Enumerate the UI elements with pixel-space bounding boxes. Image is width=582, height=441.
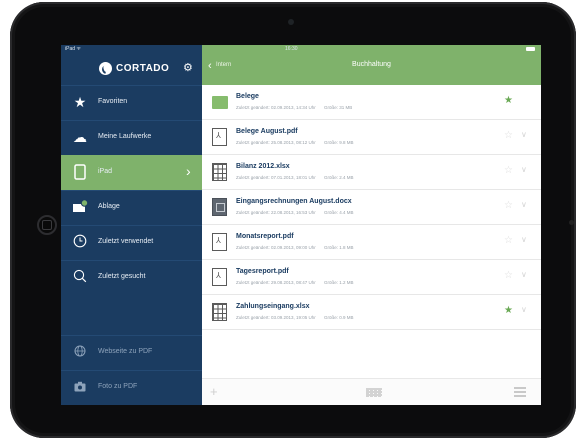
home-button[interactable] [37, 215, 57, 235]
xlsx-file-icon [212, 303, 227, 321]
carrier-label: iPad ᯤ [65, 46, 81, 52]
file-name: Zahlungseingang.xlsx [236, 303, 310, 310]
file-date: Zuletzt geändert: 03.09.2013, 19:05 Uhr [236, 315, 316, 320]
file-date: Zuletzt geändert: 07.01.2013, 18:01 Uhr [236, 175, 316, 180]
star-icon: ★ [73, 94, 87, 110]
folder-icon [212, 96, 228, 109]
favorite-star-icon[interactable]: ☆ [504, 165, 513, 176]
file-row-eingangsrechnungen[interactable]: Eingangsrechnungen August.docx Zuletzt g… [202, 190, 541, 225]
add-icon[interactable]: + [210, 384, 218, 399]
status-bar: iPad ᯤ 16:30 [61, 45, 541, 53]
camera-icon [72, 379, 88, 395]
sidebar-item-foto-zu-pdf[interactable]: Foto zu PDF [61, 370, 202, 405]
brand-name: CORTADO [116, 63, 170, 74]
favorite-star-icon[interactable]: ☆ [504, 270, 513, 281]
pdf-file-icon [212, 233, 227, 251]
file-size: Größe: 2.4 MB [324, 175, 354, 180]
file-size: Größe: 0.9 MB [324, 315, 354, 320]
sidebar-item-meine-laufwerke[interactable]: ☁ Meine Laufwerke [61, 120, 202, 155]
file-row-tagesreport[interactable]: Tagesreport.pdf Zuletzt geändert: 29.08.… [202, 260, 541, 295]
chevron-down-icon[interactable]: ∨ [521, 130, 527, 139]
pdf-file-icon [212, 128, 227, 146]
search-icon [72, 269, 88, 285]
file-date: Zuletzt geändert: 25.08.2013, 08:12 Uhr [236, 140, 316, 145]
chevron-right-icon: › [186, 163, 191, 179]
favorite-star-icon[interactable]: ★ [504, 305, 513, 316]
ambient-sensor [569, 220, 574, 225]
chevron-down-icon[interactable]: ∨ [521, 235, 527, 244]
home-square-icon [42, 220, 52, 230]
favorite-star-icon[interactable]: ☆ [504, 200, 513, 211]
file-name: Eingangsrechnungen August.docx [236, 198, 352, 205]
file-row-belege[interactable]: Belege Zuletzt geändert: 02.09.2013, 14:… [202, 85, 541, 120]
file-size: Größe: 1.2 MB [324, 280, 354, 285]
cloud-icon: ☁ [73, 129, 87, 145]
xlsx-file-icon [212, 163, 227, 181]
file-browser: ‹ Intern Buchhaltung Belege Zuletzt geän… [202, 45, 541, 405]
brand-header: CORTADO ⚙ [61, 53, 202, 85]
sidebar: CORTADO ⚙ ★ Favoriten ☁ Meine Laufwerke … [61, 45, 202, 405]
favorite-star-icon[interactable]: ☆ [504, 235, 513, 246]
gear-icon[interactable]: ⚙ [183, 61, 193, 74]
file-date: Zuletzt geändert: 29.08.2013, 08:47 Uhr [236, 280, 316, 285]
sidebar-item-ipad[interactable]: iPad › [61, 155, 202, 190]
file-size: Größe: 9.8 MB [324, 140, 354, 145]
file-size: Größe: 31 MB [324, 105, 353, 110]
file-size: Größe: 1.8 MB [324, 245, 354, 250]
file-date: Zuletzt geändert: 22.08.2013, 16:53 Uhr [236, 210, 316, 215]
chevron-down-icon[interactable]: ∨ [521, 305, 527, 314]
sidebar-item-zuletzt-gesucht[interactable]: Zuletzt gesucht [61, 260, 202, 295]
file-date: Zuletzt geändert: 02.09.2013, 14:34 Uhr [236, 105, 316, 110]
pdf-file-icon [212, 268, 227, 286]
file-row-bilanz[interactable]: Bilanz 2012.xlsx Zuletzt geändert: 07.01… [202, 155, 541, 190]
sidebar-item-label: iPad [98, 168, 113, 175]
sidebar-item-label: Meine Laufwerke [98, 133, 152, 140]
sidebar-item-favoriten[interactable]: ★ Favoriten [61, 85, 202, 120]
file-row-zahlungseingang[interactable]: Zahlungseingang.xlsx Zuletzt geändert: 0… [202, 295, 541, 330]
status-time: 16:30 [285, 46, 298, 52]
chevron-down-icon[interactable]: ∨ [521, 270, 527, 279]
page-title: Buchhaltung [352, 61, 391, 68]
clock-icon [72, 234, 88, 250]
inbox-icon [72, 199, 89, 215]
chevron-down-icon[interactable]: ∨ [521, 165, 527, 174]
file-row-belege-august[interactable]: Belege August.pdf Zuletzt geändert: 25.0… [202, 120, 541, 155]
sidebar-item-label: Webseite zu PDF [98, 348, 153, 355]
app-screen: CORTADO ⚙ ★ Favoriten ☁ Meine Laufwerke … [61, 45, 541, 405]
file-name: Bilanz 2012.xlsx [236, 163, 290, 170]
sidebar-item-webseite-zu-pdf[interactable]: Webseite zu PDF [61, 335, 202, 370]
favorite-star-icon[interactable]: ☆ [504, 130, 513, 141]
chevron-down-icon[interactable]: ∨ [521, 200, 527, 209]
file-size: Größe: 4.4 MB [324, 210, 354, 215]
file-name: Belege [236, 93, 259, 100]
sidebar-item-label: Ablage [98, 203, 120, 210]
ipad-icon [72, 164, 88, 180]
file-name: Monatsreport.pdf [236, 233, 294, 240]
grid-view-icon[interactable] [366, 388, 382, 397]
file-date: Zuletzt geändert: 02.09.2013, 09:00 Uhr [236, 245, 316, 250]
battery-icon [526, 47, 535, 51]
cortado-logo-icon [99, 62, 112, 75]
list-view-icon[interactable] [514, 387, 526, 398]
file-name: Tagesreport.pdf [236, 268, 289, 275]
file-name: Belege August.pdf [236, 128, 298, 135]
file-row-monatsreport[interactable]: Monatsreport.pdf Zuletzt geändert: 02.09… [202, 225, 541, 260]
sidebar-item-label: Zuletzt gesucht [98, 273, 146, 280]
sidebar-item-label: Favoriten [98, 98, 128, 105]
bottom-toolbar: + [202, 378, 541, 405]
sidebar-item-label: Foto zu PDF [98, 383, 138, 390]
front-camera [288, 19, 294, 25]
sidebar-item-label: Zuletzt verwendet [98, 238, 154, 245]
docx-file-icon [212, 198, 227, 216]
sidebar-item-ablage[interactable]: Ablage [61, 190, 202, 225]
globe-icon [72, 344, 88, 360]
sidebar-item-zuletzt-verwendet[interactable]: Zuletzt verwendet [61, 225, 202, 260]
favorite-star-icon[interactable]: ★ [504, 95, 513, 106]
